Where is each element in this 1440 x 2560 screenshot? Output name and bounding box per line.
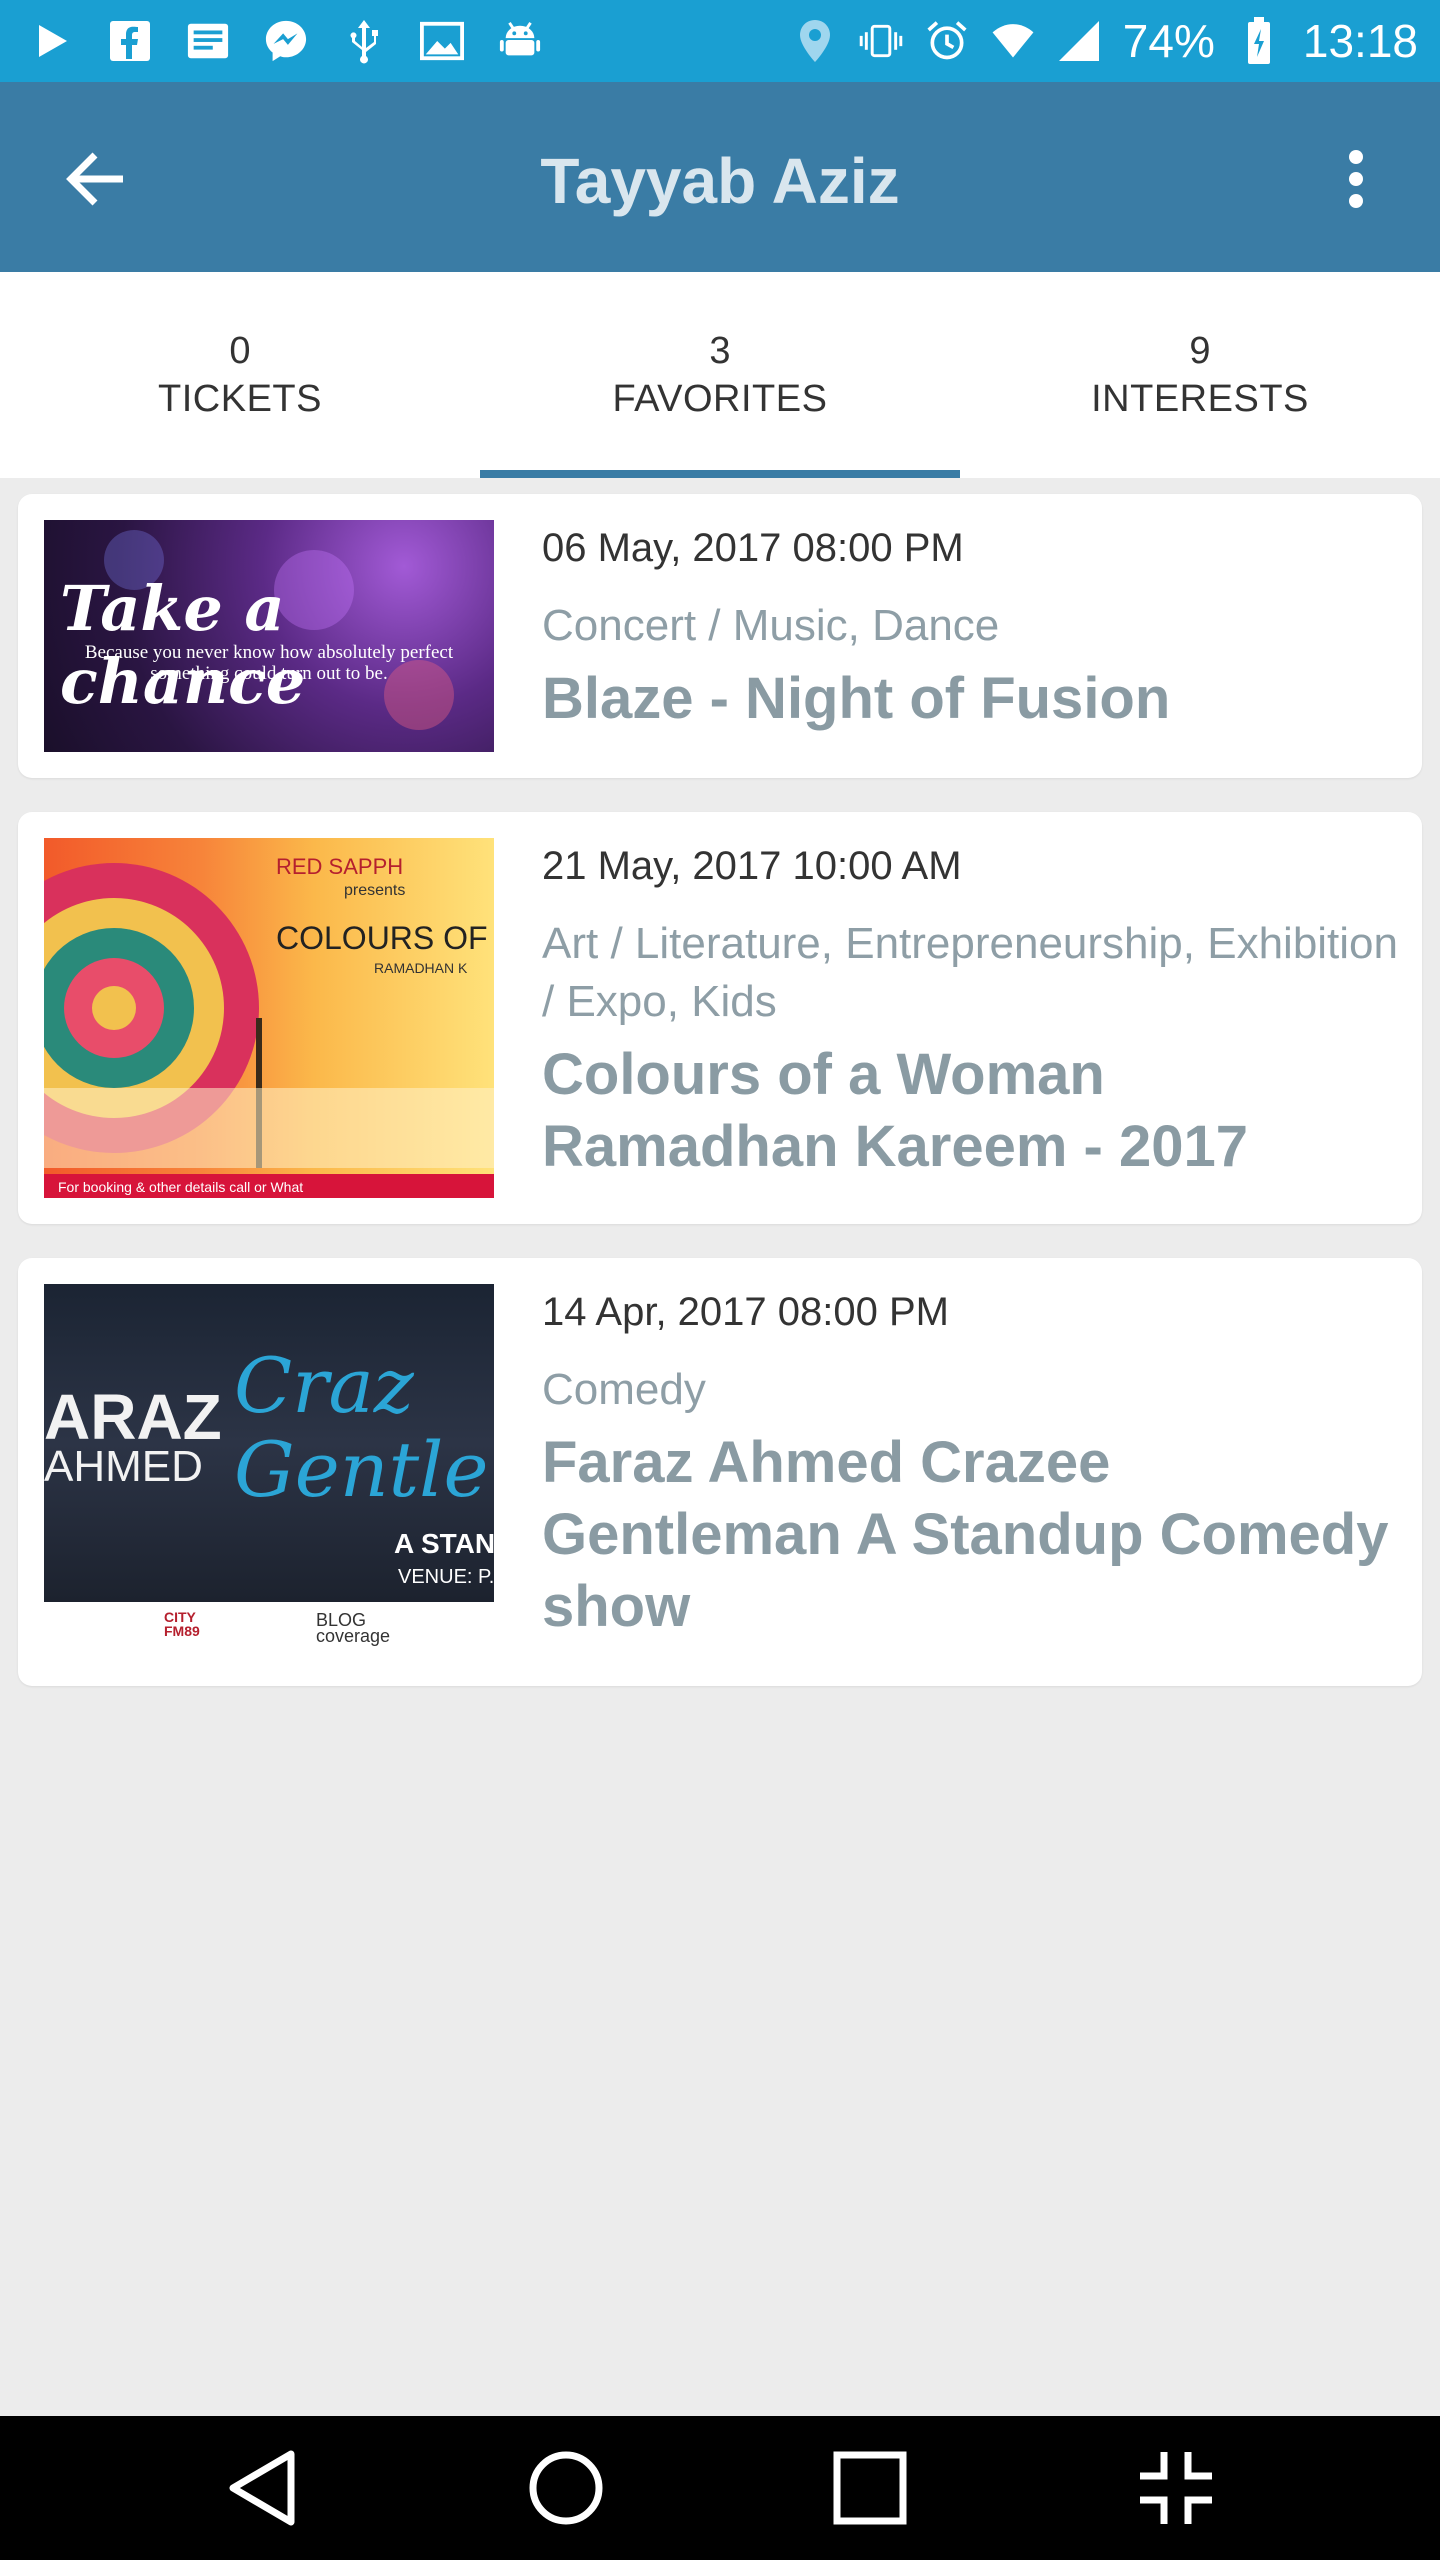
status-bar: 74% 13:18 <box>0 0 1440 82</box>
thumb-neon-text: Craz Gentle <box>234 1341 489 1514</box>
event-thumbnail: RED SAPPH presents COLOURS OF A RAMADHAN… <box>44 838 494 1198</box>
selected-tab-indicator <box>480 470 960 478</box>
wifi-icon <box>991 19 1035 63</box>
thumb-subtext: Because you never know how absolutely pe… <box>84 642 454 684</box>
event-title: Blaze - Night of Fusion <box>542 666 1171 731</box>
app-bar: Tayyab Aziz <box>0 82 1440 272</box>
event-details: 06 May, 2017 08:00 PM Concert / Music, D… <box>542 526 1402 735</box>
thumb-venue: VENUE: P.A.C <box>398 1566 494 1588</box>
news-icon <box>186 19 230 63</box>
event-details: 14 Apr, 2017 08:00 PM Comedy Faraz Ahmed… <box>542 1290 1402 1643</box>
nav-home-button[interactable] <box>516 2438 616 2538</box>
nav-fullscreen-exit-icon <box>1140 2452 1212 2524</box>
signal-icon <box>1057 19 1101 63</box>
thumb-standup: A STAND- <box>394 1528 494 1559</box>
battery-charging-icon <box>1237 17 1281 64</box>
nav-home-icon <box>529 2451 603 2525</box>
vibrate-icon <box>859 19 903 63</box>
overflow-menu-button[interactable] <box>1316 138 1396 220</box>
thumb-name-2: AHMED <box>44 1442 203 1491</box>
event-thumbnail: Take a chance Because you never know how… <box>44 520 494 752</box>
event-card[interactable]: ARAZ AHMED Craz Gentle A STAND- VENUE: P… <box>18 1258 1422 1686</box>
system-icons: 74% 13:18 <box>793 0 1418 82</box>
event-category: Comedy <box>542 1365 706 1414</box>
event-card[interactable]: Take a chance Because you never know how… <box>18 494 1422 778</box>
event-details: 21 May, 2017 10:00 AM Art / Literature, … <box>542 844 1402 1183</box>
tab-tickets[interactable]: 0 TICKETS <box>0 272 480 478</box>
alarm-icon <box>925 19 969 63</box>
event-date: 14 Apr, 2017 08:00 PM <box>542 1290 949 1334</box>
tab-interests[interactable]: 9 INTERESTS <box>960 272 1440 478</box>
nav-back-button[interactable] <box>212 2438 312 2538</box>
android-icon <box>498 19 542 63</box>
notification-icons <box>30 0 542 82</box>
favorites-list: Take a chance Because you never know how… <box>18 494 1422 1720</box>
event-title: Faraz Ahmed Crazee Gentleman A Standup C… <box>542 1430 1389 1639</box>
clock: 13:18 <box>1302 15 1418 67</box>
nav-fullscreen-exit-button[interactable] <box>1126 2438 1226 2538</box>
thumb-brand: RED SAPPH <box>276 854 404 879</box>
thumb-heading: COLOURS OF A <box>276 920 494 956</box>
thumb-logo-2: BLOG coverage <box>316 1610 391 1646</box>
usb-icon <box>342 19 386 64</box>
event-category: Concert / Music, Dance <box>542 601 1000 650</box>
thumb-presents: presents <box>344 882 406 899</box>
tab-favorites[interactable]: 3 FAVORITES <box>480 272 960 478</box>
nav-back-icon <box>229 2450 295 2526</box>
messenger-icon <box>264 19 308 63</box>
event-title: Colours of a Woman Ramadhan Kareem - 201… <box>542 1042 1248 1179</box>
tab-label: FAVORITES <box>612 378 828 420</box>
tab-count: 0 <box>229 330 251 372</box>
event-category: Art / Literature, Entrepreneurship, Exhi… <box>542 919 1399 1026</box>
image-icon <box>420 19 464 63</box>
nav-recents-icon <box>833 2451 907 2525</box>
thumb-subtext: RAMADHAN K <box>374 960 468 976</box>
play-icon <box>30 19 74 63</box>
more-vert-icon <box>1349 150 1363 208</box>
event-thumbnail: ARAZ AHMED Craz Gentle A STAND- VENUE: P… <box>44 1284 494 1660</box>
system-nav-bar <box>0 2416 1440 2560</box>
thumb-footer: For booking & other details call or What <box>58 1179 304 1195</box>
event-date: 21 May, 2017 10:00 AM <box>542 844 962 888</box>
tab-label: TICKETS <box>158 378 322 420</box>
event-date: 06 May, 2017 08:00 PM <box>542 526 964 570</box>
tab-count: 3 <box>709 330 731 372</box>
facebook-icon <box>108 19 152 63</box>
location-icon <box>793 19 837 63</box>
event-card[interactable]: RED SAPPH presents COLOURS OF A RAMADHAN… <box>18 812 1422 1224</box>
tab-label: INTERESTS <box>1091 378 1309 420</box>
profile-tabs: 0 TICKETS 3 FAVORITES 9 INTERESTS <box>0 272 1440 478</box>
thumb-logo-1: CITY FM89 <box>164 1609 200 1639</box>
page-title: Tayyab Aziz <box>540 145 900 217</box>
tab-count: 9 <box>1189 330 1211 372</box>
nav-recents-button[interactable] <box>820 2438 920 2538</box>
battery-percent: 74% <box>1122 15 1215 67</box>
